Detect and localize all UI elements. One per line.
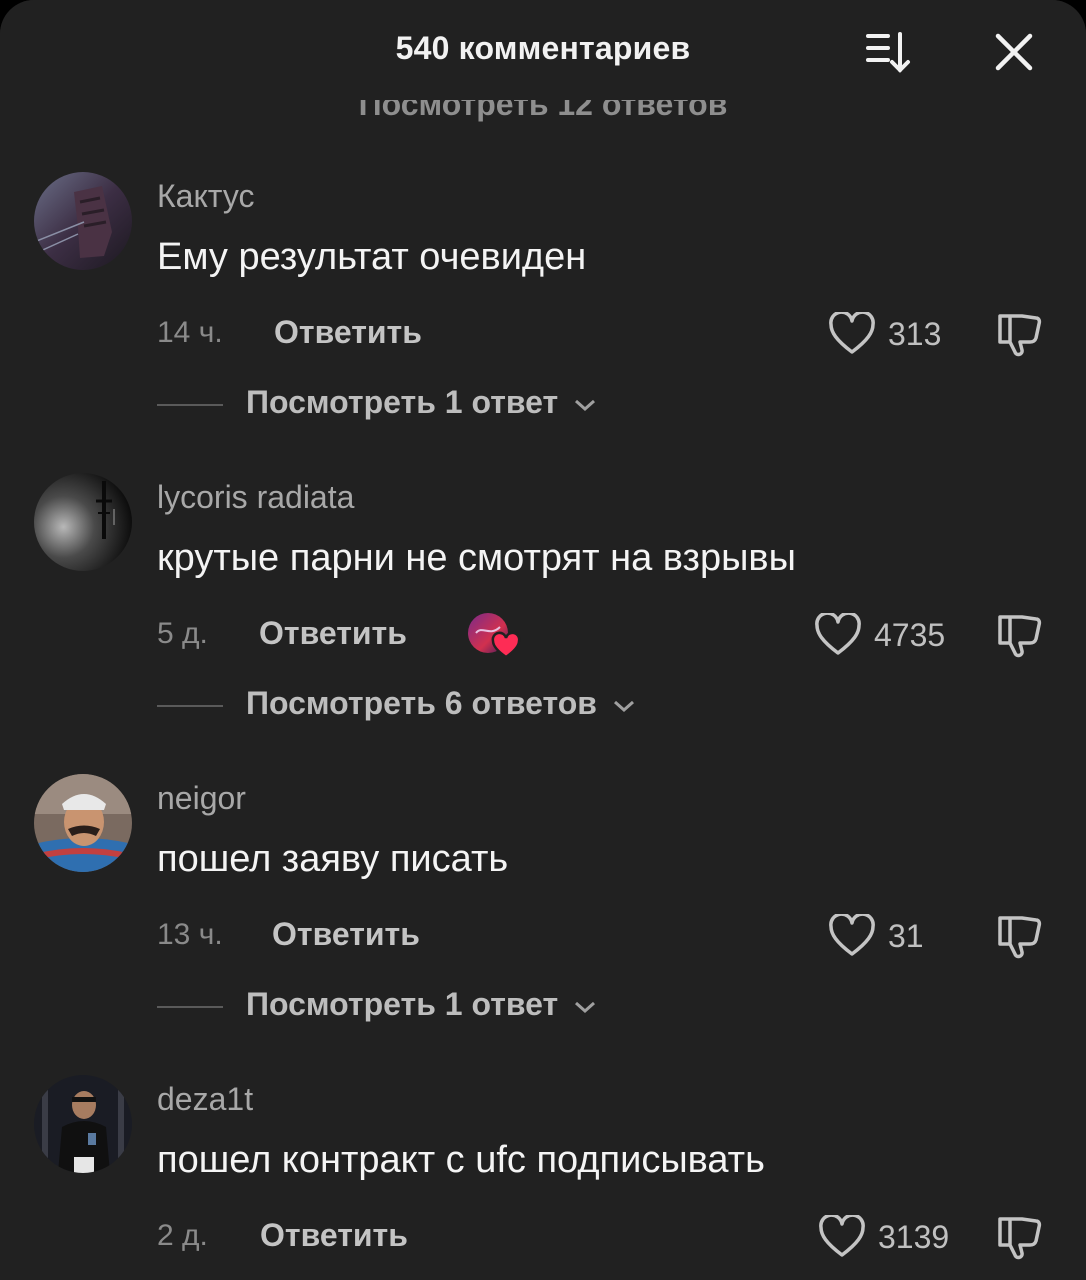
chevron-down-icon [575, 399, 596, 411]
thumbs-down-icon[interactable] [994, 611, 1044, 659]
comment-text: пошел контракт с ufc подписывать [157, 1139, 765, 1181]
avatar[interactable] [34, 774, 132, 872]
divider [157, 404, 223, 406]
comment-item: neigor пошел заяву писать 13 ч. Ответить… [0, 774, 1086, 1034]
comment-item: Кактус Ему результат очевиден 14 ч. Отве… [0, 172, 1086, 432]
comments-header: 540 комментариев [0, 0, 1086, 100]
comment-username[interactable]: lycoris radiata [157, 479, 354, 516]
avatar[interactable] [34, 1075, 132, 1173]
comment-text: пошел заяву писать [157, 838, 509, 880]
close-icon[interactable] [992, 30, 1036, 74]
thumbs-down-icon[interactable] [994, 912, 1044, 960]
chevron-down-icon [575, 1001, 596, 1013]
comment-text: крутые парни не смотрят на взрывы [157, 537, 796, 579]
view-replies-button[interactable]: Посмотреть 6 ответов [246, 685, 636, 722]
reply-button[interactable]: Ответить [272, 916, 420, 953]
like-count: 31 [888, 918, 924, 954]
view-replies-label: Посмотреть 1 ответ [246, 384, 559, 420]
view-replies-label: Посмотреть 1 ответ [246, 986, 559, 1022]
comment-username[interactable]: Кактус [157, 178, 254, 215]
comment-username[interactable]: deza1t [157, 1081, 253, 1118]
like-count: 3139 [878, 1219, 950, 1255]
comments-sheet: 540 комментариев Посмотреть 12 ответов К… [0, 0, 1086, 1280]
comment-item: lycoris radiata крутые парни не смотрят … [0, 473, 1086, 733]
comment-timestamp: 14 ч. [157, 316, 223, 349]
comment-timestamp: 13 ч. [157, 918, 223, 951]
avatar[interactable] [34, 473, 132, 571]
heart-outline-icon[interactable] [828, 310, 876, 356]
comment-timestamp: 5 д. [157, 617, 208, 650]
comments-count-title: 540 комментариев [395, 30, 691, 66]
heart-outline-icon[interactable] [818, 1213, 866, 1259]
view-replies-button[interactable]: Посмотреть 1 ответ [246, 384, 597, 421]
heart-outline-icon[interactable] [828, 912, 876, 958]
reply-button[interactable]: Ответить [260, 1217, 408, 1254]
comment-timestamp: 2 д. [157, 1219, 208, 1252]
comment-item: deza1t пошел контракт с ufc подписывать … [0, 1075, 1086, 1280]
avatar[interactable] [34, 172, 132, 270]
chevron-down-icon [613, 700, 634, 712]
like-count: 4735 [874, 617, 946, 653]
creator-liked-badge [466, 611, 522, 661]
sort-icon[interactable] [864, 30, 918, 76]
divider [157, 1006, 223, 1008]
like-count: 313 [888, 316, 942, 352]
reply-button[interactable]: Ответить [274, 314, 422, 351]
comment-text: Ему результат очевиден [157, 236, 587, 278]
thumbs-down-icon[interactable] [994, 1213, 1044, 1261]
view-replies-button[interactable]: Посмотреть 1 ответ [246, 986, 597, 1023]
divider [157, 705, 223, 707]
comment-username[interactable]: neigor [157, 780, 246, 817]
thumbs-down-icon[interactable] [994, 310, 1044, 358]
heart-outline-icon[interactable] [814, 611, 862, 657]
view-replies-label: Посмотреть 6 ответов [246, 685, 597, 721]
reply-button[interactable]: Ответить [259, 615, 407, 652]
